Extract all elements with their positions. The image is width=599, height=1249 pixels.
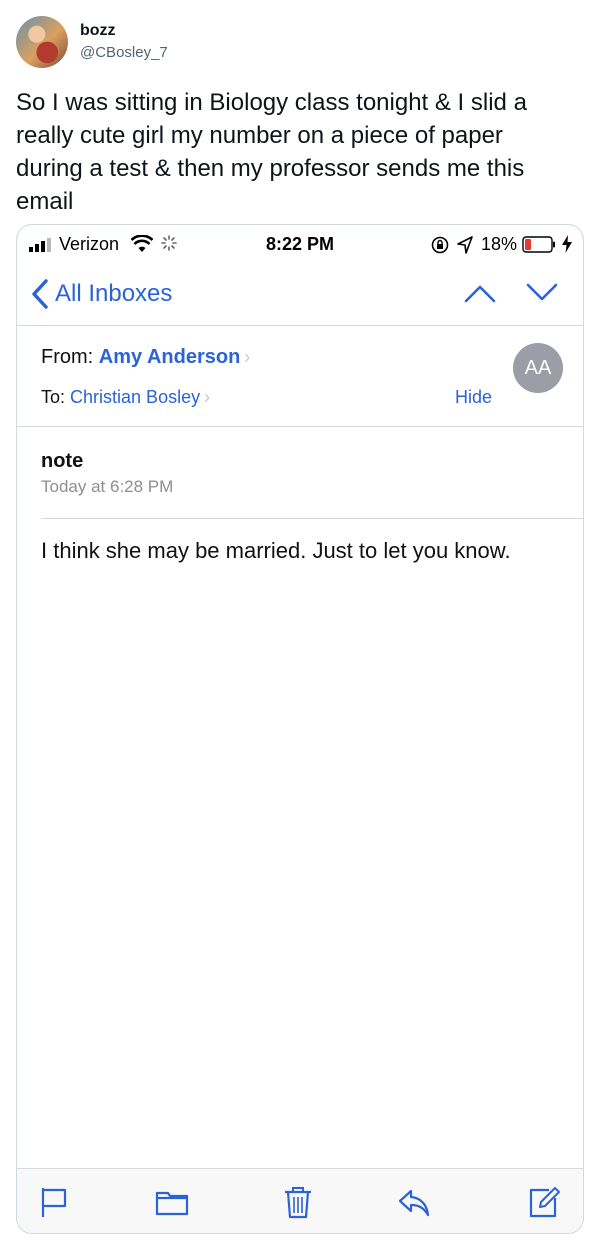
chevron-left-icon [32, 279, 48, 309]
folder-icon[interactable] [155, 1185, 189, 1219]
back-button[interactable]: All Inboxes [31, 277, 172, 311]
user-name[interactable]: bozz [80, 22, 116, 40]
to-row: To: Christian Bosley › [41, 387, 210, 408]
recipient-name[interactable]: Christian Bosley [70, 387, 200, 407]
from-label: From: [41, 346, 94, 368]
user-handle[interactable]: @CBosley_7 [80, 44, 168, 61]
sender-name[interactable]: Amy Anderson [99, 346, 241, 368]
email-body: I think she may be married. Just to let … [41, 538, 511, 563]
back-button-label: All Inboxes [55, 280, 173, 307]
divider [41, 518, 583, 519]
chevron-down-icon[interactable] [525, 279, 559, 307]
location-icon [457, 236, 473, 254]
tweet-text: So I was sitting in Biology class tonigh… [16, 89, 527, 215]
trash-icon[interactable] [281, 1185, 315, 1219]
mail-toolbar [17, 1168, 583, 1233]
email-screenshot: Verizon 8:22 PM 18% All Inboxes From: Am… [16, 224, 584, 1234]
divider [17, 426, 583, 427]
from-row: From: Amy Anderson › [41, 346, 250, 369]
chevron-up-icon[interactable] [463, 279, 497, 307]
reply-icon[interactable] [397, 1185, 431, 1219]
compose-icon[interactable] [527, 1185, 561, 1219]
email-subject: note [41, 450, 84, 472]
status-bar: Verizon 8:22 PM 18% [17, 225, 583, 263]
hide-details-link[interactable]: Hide [455, 387, 492, 408]
mail-nav-bar: All Inboxes [17, 263, 583, 326]
to-label: To: [41, 387, 66, 407]
charging-bolt-icon [562, 235, 572, 253]
battery-icon [522, 236, 555, 253]
sender-avatar[interactable]: AA [513, 343, 563, 393]
chevron-right-icon: › [204, 387, 211, 407]
email-date: Today at 6:28 PM [41, 477, 174, 496]
chevron-right-icon: › [244, 347, 251, 367]
battery-percentage: 18% [481, 234, 518, 254]
user-avatar[interactable] [16, 16, 68, 68]
flag-icon[interactable] [37, 1185, 71, 1219]
screen-lock-rotation-icon [431, 236, 449, 254]
